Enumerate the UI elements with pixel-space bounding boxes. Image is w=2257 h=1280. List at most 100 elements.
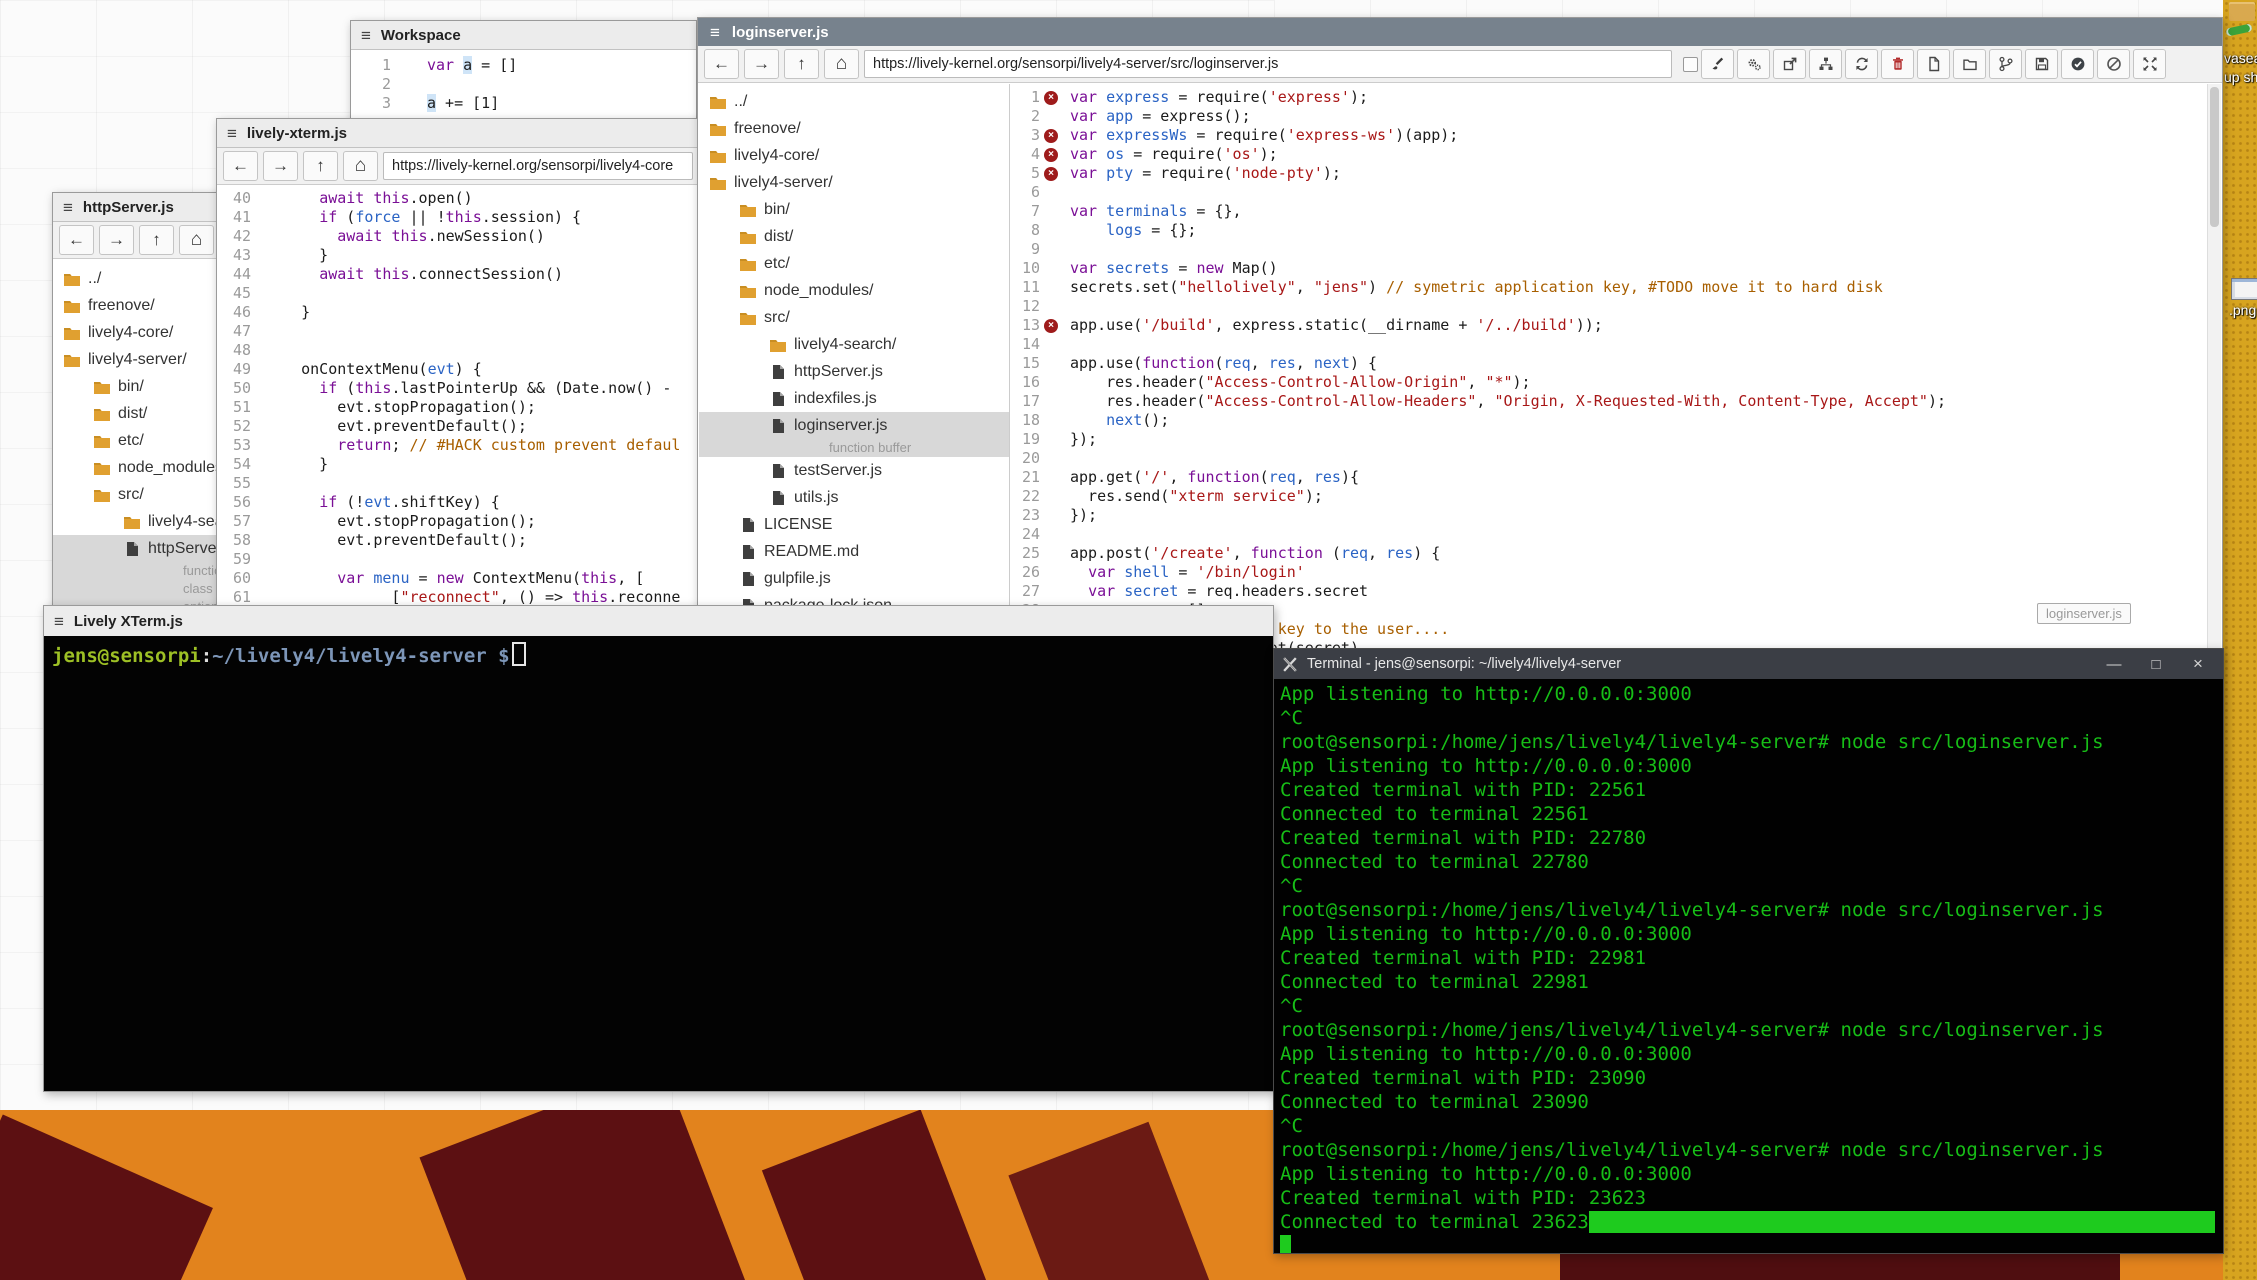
tree-item-sublabel[interactable]: function buffer [699, 439, 1009, 457]
url-input[interactable]: https://lively-kernel.org/sensorpi/livel… [383, 152, 693, 180]
code-line[interactable]: 14 [1010, 335, 2208, 354]
code-line[interactable]: 42 await this.newSession() [217, 227, 699, 246]
code-line[interactable]: 23}); [1010, 506, 2208, 525]
code-line[interactable]: 19}); [1010, 430, 2208, 449]
home-button[interactable] [343, 151, 378, 181]
code-line[interactable]: 41 if (force || !this.session) { [217, 208, 699, 227]
code-line[interactable]: 25app.post('/create', function (req, res… [1010, 544, 2208, 563]
code-line[interactable]: 1×var express = require('express'); [1010, 88, 2208, 107]
tree-item[interactable]: ../ [699, 88, 1009, 115]
code-line[interactable]: 3×var expressWs = require('express-ws')(… [1010, 126, 2208, 145]
code-line[interactable]: 50 if (this.lastPointerUp && (Date.now()… [217, 379, 699, 398]
code-line[interactable]: 60 var menu = new ContextMenu(this, [ [217, 569, 699, 588]
code-line[interactable]: 46 } [217, 303, 699, 322]
menu-icon[interactable] [361, 27, 371, 44]
code-line[interactable]: 52 evt.preventDefault(); [217, 417, 699, 436]
menu-icon[interactable] [54, 613, 64, 630]
desktop-connector-icon[interactable] [2225, 23, 2252, 36]
menu-icon[interactable] [227, 125, 237, 142]
up-button[interactable] [139, 225, 174, 255]
code-line[interactable]: 51 evt.stopPropagation(); [217, 398, 699, 417]
brush-button[interactable] [1701, 49, 1734, 79]
tree-item[interactable]: LICENSE [699, 511, 1009, 538]
code-line[interactable]: 13×app.use('/build', express.static(__di… [1010, 316, 2208, 335]
code-line[interactable]: 54 } [217, 455, 699, 474]
loginserver-titlebar[interactable]: loginserver.js [698, 18, 2222, 46]
code-line[interactable]: 24 [1010, 525, 2208, 544]
code-line[interactable]: 6 [1010, 183, 2208, 202]
code-line[interactable]: 59 [217, 550, 699, 569]
tree-item[interactable]: utils.js [699, 484, 1009, 511]
git-branch-button[interactable] [1989, 49, 2022, 79]
code-line[interactable]: 56 if (!evt.shiftKey) { [217, 493, 699, 512]
code-line[interactable]: 20 [1010, 449, 2208, 468]
save-button[interactable] [2025, 49, 2058, 79]
menu-icon[interactable] [710, 24, 720, 41]
code-line[interactable]: 3a += [1] [351, 94, 696, 113]
back-button[interactable] [704, 49, 739, 79]
code-line[interactable]: 7var terminals = {}, [1010, 202, 2208, 221]
code-line[interactable]: 9 [1010, 240, 2208, 259]
open-external-button[interactable] [1773, 49, 1806, 79]
code-line[interactable]: 47 [217, 322, 699, 341]
minimize-button[interactable]: — [2097, 656, 2131, 673]
menu-icon[interactable] [63, 199, 73, 216]
folder-button[interactable] [1953, 49, 1986, 79]
style-checkbox[interactable] [1683, 57, 1698, 72]
tree-item[interactable]: gulpfile.js [699, 565, 1009, 592]
xterm-editor-titlebar[interactable]: lively-xterm.js [217, 119, 699, 148]
code-line[interactable]: 1var a = [] [351, 56, 696, 75]
up-button[interactable] [784, 49, 819, 79]
tree-item[interactable]: dist/ [699, 223, 1009, 250]
tree-item[interactable]: node_modules/ [699, 277, 1009, 304]
code-line[interactable]: 45 [217, 284, 699, 303]
code-line[interactable]: 48 [217, 341, 699, 360]
cancel-button[interactable] [2097, 49, 2130, 79]
workspace-titlebar[interactable]: Workspace [351, 21, 696, 50]
xterm-editor-code[interactable]: 40 await this.open()41 if (force || !thi… [217, 185, 699, 612]
maximize-button[interactable]: □ [2139, 656, 2173, 673]
terminal-output[interactable]: App listening to http://0.0.0.0:3000^Cro… [1274, 679, 2223, 1253]
code-line[interactable]: 8 logs = {}; [1010, 221, 2208, 240]
tree-item[interactable]: README.md [699, 538, 1009, 565]
code-line[interactable]: 18 next(); [1010, 411, 2208, 430]
code-line[interactable]: 5×var pty = require('node-pty'); [1010, 164, 2208, 183]
code-line[interactable]: 12 [1010, 297, 2208, 316]
terminal-titlebar[interactable]: Terminal - jens@sensorpi: ~/lively4/live… [1274, 649, 2223, 679]
desktop-folder-icon[interactable] [2229, 2, 2255, 21]
code-line[interactable]: 44 await this.connectSession() [217, 265, 699, 284]
code-line[interactable]: 22 res.send("xterm service"); [1010, 487, 2208, 506]
code-line[interactable]: 17 res.header("Access-Control-Allow-Head… [1010, 392, 2208, 411]
trash-button[interactable] [1881, 49, 1914, 79]
expand-button[interactable] [2133, 49, 2166, 79]
accept-button[interactable] [2061, 49, 2094, 79]
code-line[interactable]: 57 evt.stopPropagation(); [217, 512, 699, 531]
code-line[interactable]: 40 await this.open() [217, 189, 699, 208]
tree-item[interactable]: lively4-search/ [699, 331, 1009, 358]
tree-item[interactable]: freenove/ [699, 115, 1009, 142]
code-line[interactable]: 55 [217, 474, 699, 493]
code-line[interactable]: 49 onContextMenu(evt) { [217, 360, 699, 379]
code-line[interactable]: 2 [351, 75, 696, 94]
code-line[interactable]: 53 return; // #HACK custom prevent defau… [217, 436, 699, 455]
code-line[interactable]: 21app.get('/', function(req, res){ [1010, 468, 2208, 487]
code-line[interactable]: 43 } [217, 246, 699, 265]
tree-item[interactable]: lively4-core/ [699, 142, 1009, 169]
home-button[interactable] [824, 49, 859, 79]
code-line[interactable]: 10var secrets = new Map() [1010, 259, 2208, 278]
desktop-screenshot-icon[interactable] [2231, 278, 2257, 300]
tree-item[interactable]: lively4-server/ [699, 169, 1009, 196]
code-line[interactable]: 2var app = express(); [1010, 107, 2208, 126]
back-button[interactable] [223, 151, 258, 181]
code-line[interactable]: 4×var os = require('os'); [1010, 145, 2208, 164]
forward-button[interactable] [744, 49, 779, 79]
close-button[interactable]: × [2181, 654, 2215, 674]
tree-item[interactable]: indexfiles.js [699, 385, 1009, 412]
gears-button[interactable] [1737, 49, 1770, 79]
code-line[interactable]: 26 var shell = '/bin/login' [1010, 563, 2208, 582]
lively-xterm-titlebar[interactable]: Lively XTerm.js [44, 606, 1273, 637]
code-line[interactable]: 58 evt.preventDefault(); [217, 531, 699, 550]
tree-item[interactable]: loginserver.js [699, 412, 1009, 439]
up-button[interactable] [303, 151, 338, 181]
new-file-button[interactable] [1917, 49, 1950, 79]
